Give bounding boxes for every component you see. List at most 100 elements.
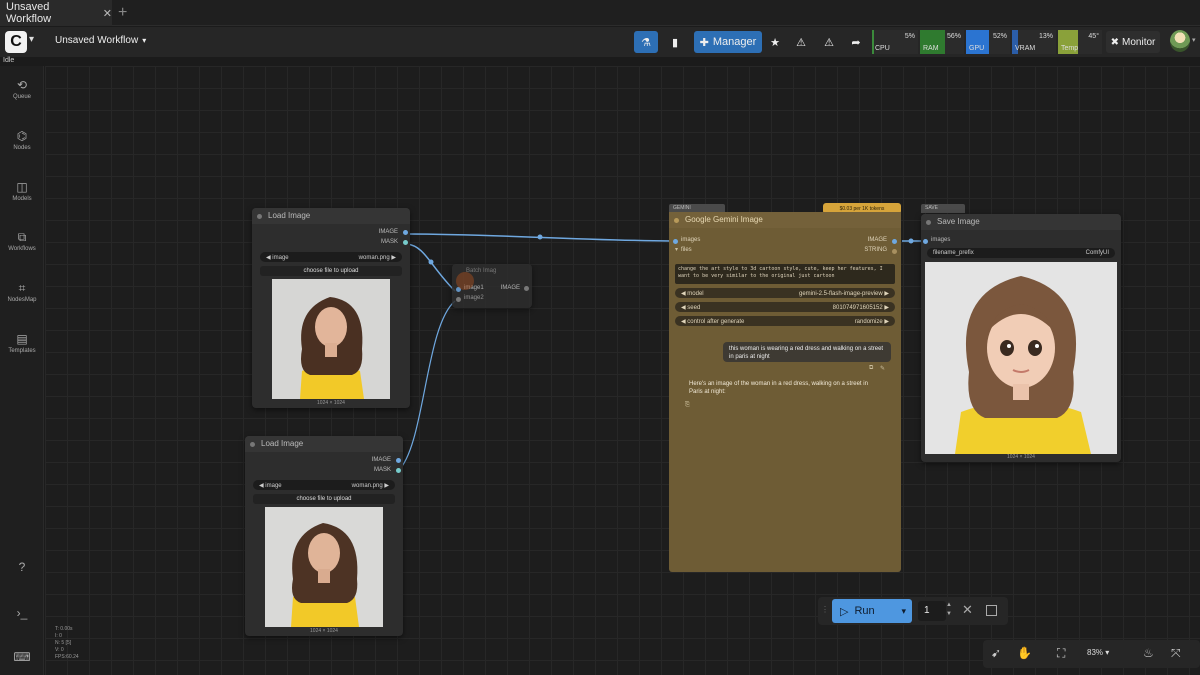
arrow-left-icon[interactable]: ◀ (681, 319, 686, 325)
arrow-right-icon[interactable]: ▶ (391, 255, 396, 261)
output-image-socket[interactable] (524, 286, 529, 291)
output-mask-socket[interactable] (396, 468, 401, 473)
node-title[interactable]: Load Image (252, 208, 410, 224)
run-label: Run (854, 605, 875, 617)
node-title[interactable]: Save Image (921, 214, 1121, 230)
node-title[interactable]: Google Gemini Image (669, 212, 901, 228)
star-icon[interactable]: ★ (766, 31, 784, 53)
arrow-right-icon[interactable]: ▶ (884, 319, 889, 325)
avatar[interactable] (1170, 30, 1190, 52)
tab-workflow[interactable]: Unsaved Workflow ✕ (0, 0, 112, 26)
prompt-textarea[interactable]: change the art style to 3d cartoon style… (675, 264, 895, 284)
temp-pct: 45° (1088, 33, 1099, 40)
output-mask-socket[interactable] (403, 240, 408, 245)
link-image-to-batch[interactable] (406, 243, 456, 292)
help-icon[interactable]: ? (0, 560, 44, 574)
terminal-icon[interactable]: ›_ (0, 606, 44, 620)
chevron-down-icon[interactable]: ▾ (29, 34, 34, 45)
share-icon[interactable]: ➦ (846, 31, 866, 53)
output-string-socket[interactable] (892, 249, 897, 254)
warning-icon[interactable]: ⚠ (790, 31, 812, 53)
arrow-left-icon[interactable]: ◀ (681, 305, 686, 311)
model-select[interactable]: ◀ model gemini-2.5-flash-image-preview ▶ (675, 288, 895, 298)
filename-prefix-input[interactable]: filename_prefix ComfyUI (927, 248, 1115, 258)
canvas-controls: ➹ ✋ ⛶ 83% ▾ ♨ ⤧ (983, 640, 1200, 668)
fit-view-icon[interactable]: ⛶ (1057, 646, 1065, 661)
manager-button[interactable]: ✚ Manager (694, 31, 762, 53)
widget-value: woman.png (351, 482, 383, 489)
drag-highlight (456, 272, 474, 290)
image-select-widget[interactable]: ◀ image woman.png ▶ (260, 252, 402, 262)
cpu-pct: 5% (904, 33, 915, 40)
image-select-widget[interactable]: ◀ image woman.png ▶ (253, 480, 395, 490)
menu-bar: C ▾ Unsaved Workflow ▾ ⚗ ▮ ✚ Manager ★ ⚠ … (0, 27, 1200, 57)
input-images-label: images (681, 237, 701, 243)
input-image2-socket[interactable] (456, 297, 461, 302)
sidebar-item-label: Templates (8, 348, 36, 354)
copy-icon[interactable]: ⧉ (869, 365, 873, 372)
output-image-socket[interactable] (892, 239, 897, 244)
link-midpoint[interactable] (537, 234, 543, 240)
gemini-image-node[interactable]: Google Gemini Image images ▾ files IMAGE… (669, 212, 901, 572)
batch-images-node[interactable]: Batch Imag image1 image2 IMAGE (452, 264, 532, 308)
copy-reply-icon[interactable]: ⎘ (685, 402, 690, 409)
cancel-icon[interactable]: ✕ (962, 602, 973, 618)
monitor-label: Monitor (1122, 36, 1156, 48)
arrow-left-icon[interactable]: ◀ (681, 291, 686, 297)
link-midpoint[interactable] (428, 259, 434, 265)
hand-icon[interactable]: ✋ (1017, 646, 1032, 660)
collapse-icon[interactable]: ▾ (675, 246, 678, 253)
arrow-left-icon[interactable]: ◀ (259, 483, 264, 489)
keyboard-icon[interactable]: ⌨ (0, 650, 44, 664)
sidebar-item-models[interactable]: ◫ Models (0, 180, 44, 202)
arrow-right-icon[interactable]: ▶ (884, 305, 889, 311)
upload-button[interactable]: choose file to upload (253, 494, 395, 504)
input-images-socket[interactable] (923, 239, 928, 244)
node-title[interactable]: Load Image (245, 436, 403, 452)
output-image-socket[interactable] (396, 458, 401, 463)
arrow-left-icon[interactable]: ◀ (266, 255, 271, 261)
save-image-node[interactable]: Save Image images filename_prefix ComfyU… (921, 214, 1121, 462)
edit-icon[interactable]: ✎ (880, 365, 885, 372)
link-midpoint[interactable] (908, 238, 914, 244)
run-button[interactable]: ▷ Run ▾ (832, 599, 912, 623)
sidebar-item-nodesmap[interactable]: ⌗ NodesMap (0, 281, 44, 303)
sidebar-item-queue[interactable]: ⟲ Queue (0, 78, 44, 100)
bookmark-icon[interactable]: ▮ (664, 31, 686, 53)
arrow-right-icon[interactable]: ▶ (884, 291, 889, 297)
sidebar-item-templates[interactable]: ▤ Templates (0, 332, 44, 354)
image-dims: 1024 × 1024 (317, 400, 345, 406)
lightbulb-icon[interactable]: ♨ (1143, 646, 1154, 660)
link-toggle-icon[interactable]: ⤧ (1171, 646, 1181, 661)
warning-alt-icon[interactable]: ⚠ (818, 31, 840, 53)
input-files-label: files (681, 247, 692, 253)
monitor-button[interactable]: ✖ Monitor (1106, 31, 1160, 53)
chevron-down-icon[interactable]: ▾ (901, 606, 906, 617)
sidebar-item-label: NodesMap (7, 297, 37, 303)
chevron-down-icon[interactable]: ▾ (1192, 36, 1196, 44)
output-image-socket[interactable] (403, 230, 408, 235)
load-image-node-2[interactable]: Load Image IMAGE MASK ◀ image woman.png … (245, 436, 403, 636)
batch-count-input[interactable]: 1 (918, 601, 946, 621)
tab-bar: Unsaved Workflow ✕ + (0, 0, 1200, 26)
pointer-icon[interactable]: ➹ (991, 646, 1001, 660)
seed-input[interactable]: ◀ seed 801074971605152 ▶ (675, 302, 895, 312)
load-image-node-1[interactable]: Load Image IMAGE MASK ◀ image woman.png … (252, 208, 410, 408)
zoom-level[interactable]: 83% ▾ (1087, 648, 1109, 657)
widget-value: ComfyUI (1085, 250, 1109, 256)
control-after-generate-select[interactable]: ◀ control after generate randomize ▶ (675, 316, 895, 326)
comfy-logo-icon[interactable]: C (5, 31, 27, 53)
stop-icon[interactable] (986, 605, 997, 616)
count-stepper-icon[interactable]: ▲ ▼ (946, 601, 952, 619)
flask-icon[interactable]: ⚗ (634, 31, 658, 53)
workflow-name-menu[interactable]: Unsaved Workflow ▾ (55, 35, 146, 46)
arrow-right-icon[interactable]: ▶ (384, 483, 389, 489)
sidebar-item-workflows[interactable]: ⧉ Workflows (0, 230, 44, 252)
sidebar-item-nodes[interactable]: ⌬ Nodes (0, 129, 44, 151)
close-icon[interactable]: ✕ (103, 7, 112, 20)
graph-canvas[interactable]: Load Image IMAGE MASK ◀ image woman.png … (45, 66, 1200, 675)
input-images-socket[interactable] (673, 239, 678, 244)
upload-button[interactable]: choose file to upload (260, 266, 402, 276)
ram-pct: 56% (946, 33, 961, 40)
new-tab-icon[interactable]: + (118, 4, 127, 22)
